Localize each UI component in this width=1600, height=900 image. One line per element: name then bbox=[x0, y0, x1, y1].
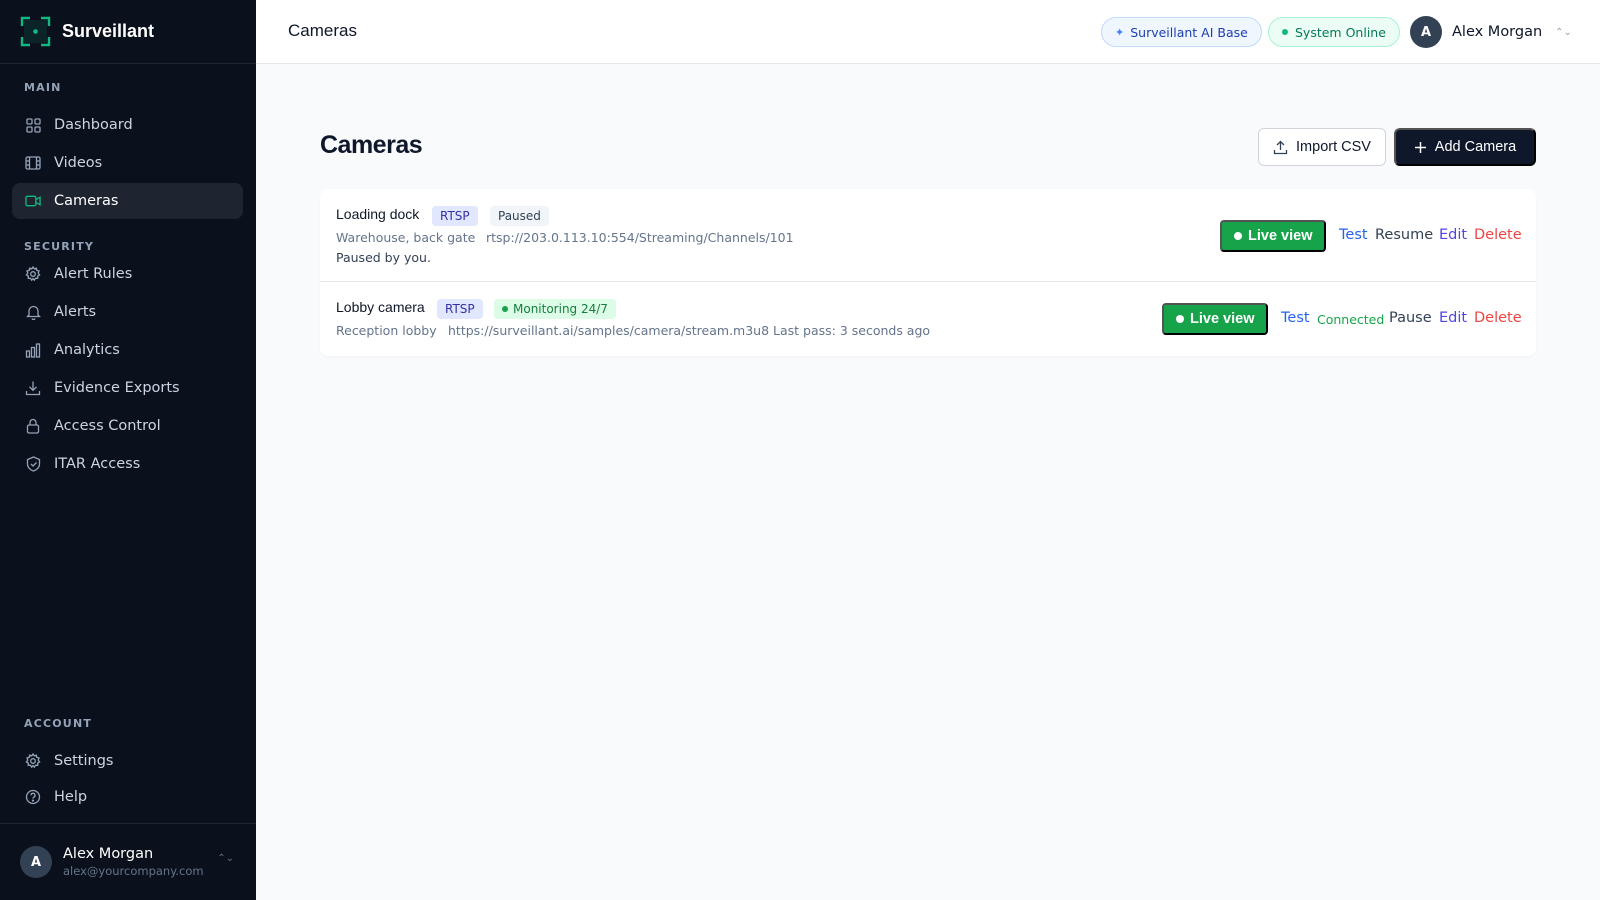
gear-icon bbox=[25, 753, 41, 769]
sidebar-user-email: alex@yourcompany.com bbox=[63, 864, 204, 878]
sidebar-item-videos[interactable]: Videos bbox=[12, 145, 243, 181]
header-user-name: Alex Morgan bbox=[1452, 24, 1543, 40]
surveillant-logo-icon bbox=[20, 16, 51, 47]
camera-url: rtsp://203.0.113.10:554/Streaming/Channe… bbox=[486, 230, 794, 245]
header-user-menu[interactable]: A Alex Morgan ⌃⌄ bbox=[1410, 16, 1572, 48]
status-badge-label: Monitoring 24/7 bbox=[513, 302, 608, 316]
sidebar-item-cameras[interactable]: Cameras bbox=[12, 183, 243, 219]
section-label-account: ACCOUNT bbox=[24, 717, 93, 730]
section-label-main: MAIN bbox=[24, 81, 62, 94]
resume-link[interactable]: Resume bbox=[1375, 227, 1433, 243]
chevron-up-down-icon: ⌃⌄ bbox=[1555, 26, 1572, 38]
top-header: Cameras ✦ Surveillant AI Base System Onl… bbox=[256, 0, 1600, 64]
app-name: Surveillant bbox=[62, 21, 155, 41]
edit-link[interactable]: Edit bbox=[1439, 310, 1467, 326]
avatar: A bbox=[1410, 16, 1442, 48]
system-status-label: System Online bbox=[1295, 24, 1386, 40]
delete-link[interactable]: Delete bbox=[1474, 310, 1522, 326]
sidebar: Surveillant MAIN Dashboard Videos Camera… bbox=[0, 0, 256, 900]
protocol-badge: RTSP bbox=[437, 299, 483, 319]
system-status-badge: System Online bbox=[1268, 17, 1400, 47]
header-title: Cameras bbox=[288, 21, 357, 40]
add-camera-button[interactable]: Add Camera bbox=[1394, 128, 1536, 166]
connection-status: Connected bbox=[1317, 312, 1385, 327]
live-dot-icon bbox=[1234, 232, 1242, 240]
live-dot-icon bbox=[1176, 315, 1184, 323]
page-title: Cameras bbox=[320, 131, 423, 159]
camera-name: Lobby camera bbox=[336, 299, 425, 315]
film-icon bbox=[25, 155, 41, 171]
brand[interactable]: Surveillant bbox=[0, 0, 256, 64]
sidebar-item-label: Settings bbox=[54, 753, 114, 769]
sidebar-item-alerts[interactable]: Alerts bbox=[12, 294, 243, 330]
shield-icon bbox=[25, 456, 41, 472]
test-link[interactable]: Test bbox=[1281, 310, 1310, 326]
camera-note: Paused by you. bbox=[336, 250, 431, 265]
last-pass: Last pass: 3 seconds ago bbox=[773, 323, 931, 338]
sidebar-user-name: Alex Morgan bbox=[63, 846, 154, 862]
add-camera-label: Add Camera bbox=[1434, 139, 1517, 155]
sidebar-item-itar-access[interactable]: ITAR Access bbox=[12, 446, 243, 482]
import-csv-label: Import CSV bbox=[1296, 139, 1371, 155]
status-badge: Paused bbox=[490, 206, 549, 226]
test-link[interactable]: Test bbox=[1339, 227, 1368, 243]
sidebar-item-label: ITAR Access bbox=[54, 456, 141, 472]
sidebar-item-label: Dashboard bbox=[54, 117, 133, 133]
section-label-security: SECURITY bbox=[24, 240, 95, 253]
camera-name: Loading dock bbox=[336, 206, 420, 222]
upload-icon bbox=[1273, 140, 1288, 155]
camera-location: Reception lobby bbox=[336, 323, 437, 338]
help-circle-icon bbox=[25, 789, 41, 805]
live-view-button[interactable]: Live view bbox=[1220, 220, 1327, 252]
grid-icon bbox=[25, 117, 41, 133]
sidebar-item-alert-rules[interactable]: Alert Rules bbox=[12, 256, 243, 292]
protocol-badge: RTSP bbox=[432, 206, 478, 226]
lock-icon bbox=[25, 418, 41, 434]
sidebar-item-label: Cameras bbox=[54, 193, 119, 209]
sidebar-item-label: Videos bbox=[54, 155, 103, 171]
status-badge: Monitoring 24/7 bbox=[494, 299, 616, 319]
sidebar-item-settings[interactable]: Settings bbox=[12, 743, 243, 779]
avatar: A bbox=[20, 846, 52, 878]
sidebar-item-label: Evidence Exports bbox=[54, 380, 180, 396]
sidebar-item-label: Analytics bbox=[54, 342, 120, 358]
live-view-label: Live view bbox=[1190, 311, 1255, 327]
sidebar-item-label: Alert Rules bbox=[54, 266, 133, 282]
sidebar-item-label: Alerts bbox=[54, 304, 97, 320]
sidebar-user-menu[interactable]: A Alex Morgan alex@yourcompany.com ⌃⌄ bbox=[0, 823, 256, 900]
pause-link[interactable]: Pause bbox=[1389, 310, 1432, 326]
import-csv-button[interactable]: Import CSV bbox=[1258, 128, 1386, 166]
bell-icon bbox=[25, 304, 41, 320]
live-view-button[interactable]: Live view bbox=[1162, 303, 1269, 335]
chevron-up-down-icon: ⌃⌄ bbox=[217, 853, 234, 864]
camera-list: Loading dock RTSP Paused Warehouse, back… bbox=[320, 189, 1536, 356]
sidebar-item-analytics[interactable]: Analytics bbox=[12, 332, 243, 368]
download-icon bbox=[25, 380, 41, 396]
bar-chart-icon bbox=[25, 342, 41, 358]
live-view-label: Live view bbox=[1248, 228, 1313, 244]
camera-url: https://surveillant.ai/samples/camera/st… bbox=[448, 323, 770, 338]
gear-icon bbox=[25, 266, 41, 282]
video-camera-icon bbox=[25, 193, 41, 209]
sidebar-item-label: Access Control bbox=[54, 418, 161, 434]
sidebar-item-access-control[interactable]: Access Control bbox=[12, 408, 243, 444]
edit-link[interactable]: Edit bbox=[1439, 227, 1467, 243]
sidebar-item-label: Help bbox=[54, 789, 88, 805]
sidebar-item-evidence-exports[interactable]: Evidence Exports bbox=[12, 370, 243, 406]
camera-location: Warehouse, back gate bbox=[336, 230, 476, 245]
sparkle-icon: ✦ bbox=[1115, 25, 1125, 39]
sidebar-item-dashboard[interactable]: Dashboard bbox=[12, 107, 243, 143]
ai-base-label: Surveillant AI Base bbox=[1130, 24, 1248, 40]
plus-icon bbox=[1414, 141, 1427, 154]
monitoring-dot-icon bbox=[502, 306, 508, 312]
ai-base-badge[interactable]: ✦ Surveillant AI Base bbox=[1101, 17, 1262, 47]
row-divider bbox=[320, 281, 1536, 282]
delete-link[interactable]: Delete bbox=[1474, 227, 1522, 243]
status-dot-icon bbox=[1282, 29, 1288, 35]
sidebar-item-help[interactable]: Help bbox=[12, 779, 243, 815]
